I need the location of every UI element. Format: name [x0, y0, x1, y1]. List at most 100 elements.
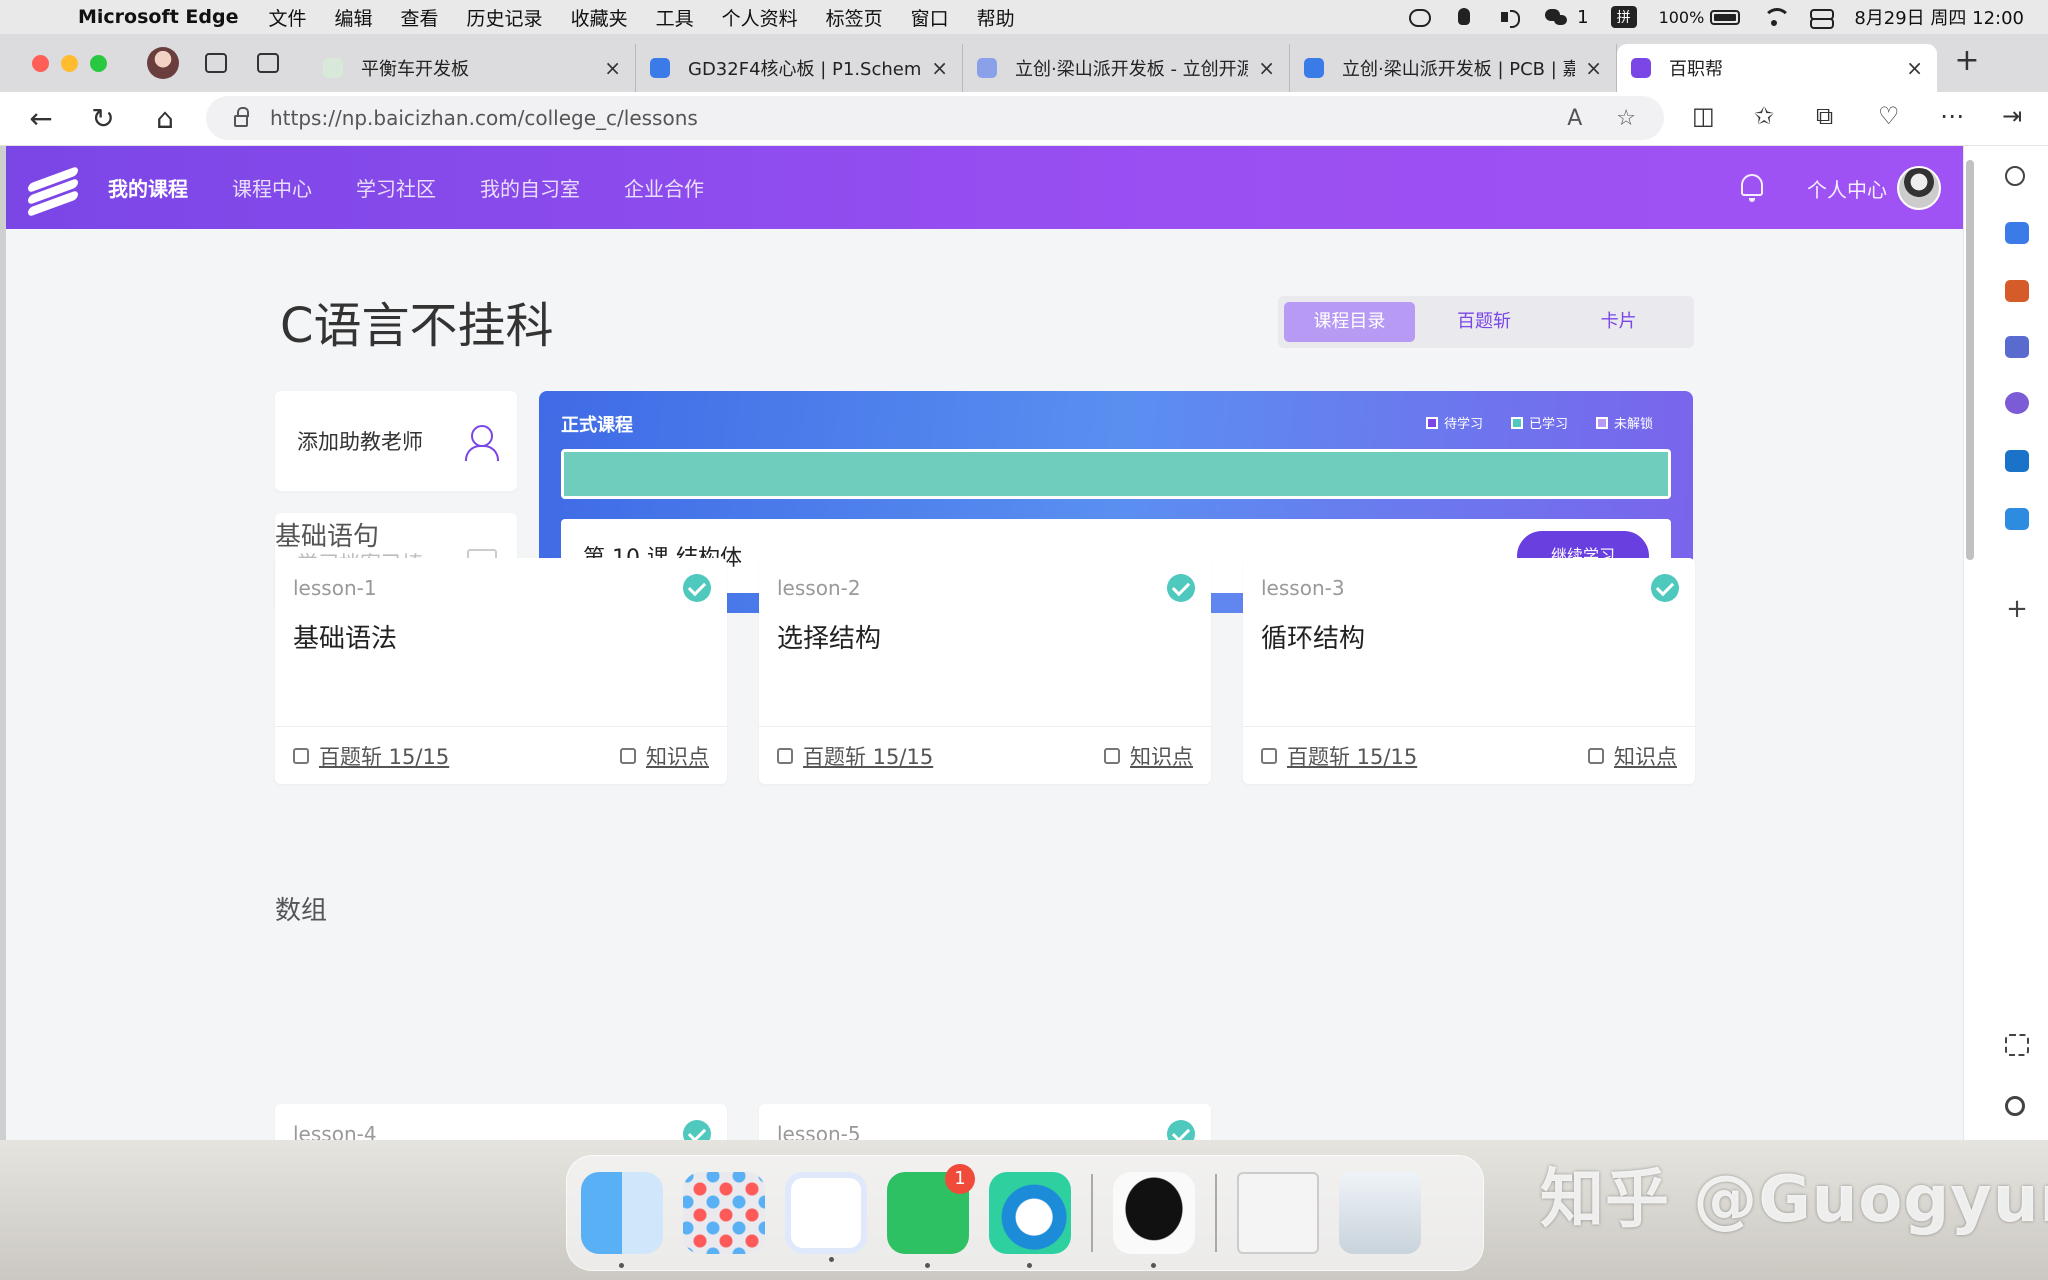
menubar-clock[interactable]: 8月29日 周四 12:00	[1854, 4, 2024, 30]
tab-baizhibang[interactable]: 百职帮 ×	[1617, 44, 1937, 92]
close-tab-icon[interactable]: ×	[1585, 56, 1602, 80]
menubar-item-view[interactable]: 查看	[401, 4, 439, 31]
split-screen-icon[interactable]: ◫	[1692, 102, 1715, 130]
nav-enterprise[interactable]: 企业合作	[624, 173, 704, 202]
knowledge-link[interactable]: 知识点	[620, 741, 709, 771]
tab-balance-board[interactable]: 平衡车开发板 ×	[309, 44, 636, 92]
maximize-window-button[interactable]	[90, 54, 107, 72]
more-menu-icon[interactable]: ⋯	[1940, 102, 1964, 130]
personal-center-link[interactable]: 个人中心	[1807, 174, 1887, 203]
tab-hundred-questions[interactable]: 百题斩	[1419, 302, 1550, 342]
collections-icon[interactable]: ⧉	[1816, 102, 1833, 130]
input-method-indicator[interactable]: 拼	[1610, 6, 1637, 28]
screenshot-icon[interactable]	[2005, 1034, 2029, 1056]
qq-status-icon[interactable]	[1453, 7, 1477, 27]
tab-liangshanpai-open[interactable]: 立创·梁山派开发板 - 立创开源 ×	[963, 44, 1290, 92]
trash-icon[interactable]	[1339, 1172, 1421, 1254]
send-icon[interactable]	[2005, 508, 2029, 530]
wechat-icon[interactable]: 1	[887, 1164, 975, 1268]
favorite-star-icon[interactable]: ☆	[1616, 106, 1636, 131]
nav-my-courses[interactable]: 我的课程	[108, 173, 188, 202]
practice-link[interactable]: 百题斩 15/15	[777, 741, 933, 771]
lock-icon[interactable]	[234, 107, 249, 127]
url-text[interactable]: https://np.baicizhan.com/college_c/lesso…	[270, 106, 698, 130]
section-title-basic: 基础语句	[275, 522, 380, 552]
close-tab-icon[interactable]: ×	[1906, 56, 1923, 80]
browser-tab-bar: 平衡车开发板 × GD32F4核心板 | P1.Schematic × 立创·梁…	[0, 34, 2048, 92]
bell-icon[interactable]	[1741, 174, 1763, 202]
user-avatar[interactable]	[1897, 166, 1941, 210]
menubar-item-profile[interactable]: 个人资料	[722, 4, 798, 31]
tools-briefcase-icon[interactable]	[2005, 280, 2029, 302]
volume-icon[interactable]	[1499, 7, 1523, 28]
url-field[interactable]: https://np.baicizhan.com/college_c/lesso…	[206, 96, 1664, 140]
minimize-window-button[interactable]	[61, 54, 78, 72]
running-indicator	[829, 1257, 834, 1262]
close-tab-icon[interactable]: ×	[604, 56, 621, 80]
add-sidebar-app-icon[interactable]: +	[2005, 596, 2029, 622]
control-center-icon[interactable]	[1808, 7, 1835, 29]
browser-essentials-icon[interactable]: ♡	[1878, 102, 1900, 130]
menubar-item-help[interactable]: 帮助	[977, 4, 1015, 31]
page-scrollbar[interactable]	[1966, 160, 1974, 560]
launchpad-icon[interactable]	[683, 1172, 765, 1254]
menubar-item-tools[interactable]: 工具	[656, 4, 694, 31]
edge-browser-icon[interactable]	[989, 1172, 1071, 1268]
lesson-card-1[interactable]: lesson-1 基础语法 百题斩 15/15 知识点	[275, 558, 727, 784]
practice-link[interactable]: 百题斩 15/15	[293, 741, 449, 771]
games-icon[interactable]	[2005, 336, 2029, 358]
site-logo-icon[interactable]	[28, 165, 78, 217]
lesson-card-4[interactable]: lesson-4	[275, 1104, 727, 1140]
outlook-icon[interactable]	[2005, 450, 2029, 472]
tab-liangshanpai-pcb[interactable]: 立创·梁山派开发板 | PCB | 嘉立 ×	[1290, 44, 1617, 92]
wechat-status[interactable]: 1	[1545, 7, 1589, 28]
close-tab-icon[interactable]: ×	[1258, 56, 1275, 80]
close-window-button[interactable]	[32, 54, 49, 72]
menubar-item-favorites[interactable]: 收藏夹	[571, 4, 628, 31]
shopping-tag-icon[interactable]	[2005, 222, 2029, 244]
chat-status-icon[interactable]	[1407, 7, 1432, 27]
copilot-icon[interactable]	[2005, 392, 2029, 414]
knowledge-link[interactable]: 知识点	[1588, 741, 1677, 771]
recent-window-thumbnail[interactable]	[1237, 1172, 1319, 1254]
settings-gear-icon[interactable]	[2005, 1096, 2025, 1116]
tab-cards[interactable]: 卡片	[1553, 302, 1684, 342]
tab-course-catalog[interactable]: 课程目录	[1284, 302, 1415, 342]
lesson-card-3[interactable]: lesson-3 循环结构 百题斩 15/15 知识点	[1243, 558, 1695, 784]
knowledge-label: 知识点	[1130, 745, 1193, 769]
reload-icon[interactable]: ↻	[72, 102, 134, 135]
menubar-item-edit[interactable]: 编辑	[335, 4, 373, 31]
wifi-icon[interactable]	[1762, 7, 1792, 27]
profile-avatar[interactable]	[147, 47, 179, 79]
menubar-item-file[interactable]: 文件	[269, 4, 307, 31]
home-icon[interactable]: ⌂	[134, 102, 196, 135]
sidebar-toggle-icon[interactable]: ⇥	[2002, 102, 2022, 130]
search-icon[interactable]	[2005, 166, 2025, 186]
close-tab-icon[interactable]: ×	[931, 56, 948, 80]
back-arrow-icon[interactable]: ←	[10, 102, 72, 135]
lesson-card-2[interactable]: lesson-2 选择结构 百题斩 15/15 知识点	[759, 558, 1211, 784]
finder-icon[interactable]	[581, 1172, 663, 1268]
workspaces-icon[interactable]	[205, 53, 227, 73]
practice-link[interactable]: 百题斩 15/15	[1261, 741, 1417, 771]
knowledge-link[interactable]: 知识点	[1104, 741, 1193, 771]
nav-study-room[interactable]: 我的自习室	[480, 173, 580, 202]
nav-course-center[interactable]: 课程中心	[232, 173, 312, 202]
tab-actions-icon[interactable]	[257, 53, 279, 73]
add-teacher-card[interactable]: 添加助教老师	[275, 391, 517, 491]
lesson-card-5[interactable]: lesson-5	[759, 1104, 1211, 1140]
menubar-item-window[interactable]: 窗口	[911, 4, 949, 31]
qq-icon[interactable]	[1113, 1172, 1195, 1268]
read-aloud-icon[interactable]: A	[1567, 106, 1582, 131]
new-tab-button[interactable]: +	[1947, 43, 1987, 78]
messages-app-icon[interactable]	[785, 1172, 867, 1262]
mac-dock: 1	[566, 1155, 1484, 1271]
favorites-icon[interactable]: ✩	[1754, 102, 1774, 130]
knowledge-label: 知识点	[1614, 745, 1677, 769]
menubar-app-name[interactable]: Microsoft Edge	[78, 6, 239, 28]
menubar-item-tabs[interactable]: 标签页	[826, 4, 883, 31]
menubar-item-history[interactable]: 历史记录	[467, 4, 543, 31]
tab-gd32-schematic[interactable]: GD32F4核心板 | P1.Schematic ×	[636, 44, 963, 92]
nav-community[interactable]: 学习社区	[356, 173, 436, 202]
battery-status[interactable]: 100%	[1659, 8, 1741, 27]
